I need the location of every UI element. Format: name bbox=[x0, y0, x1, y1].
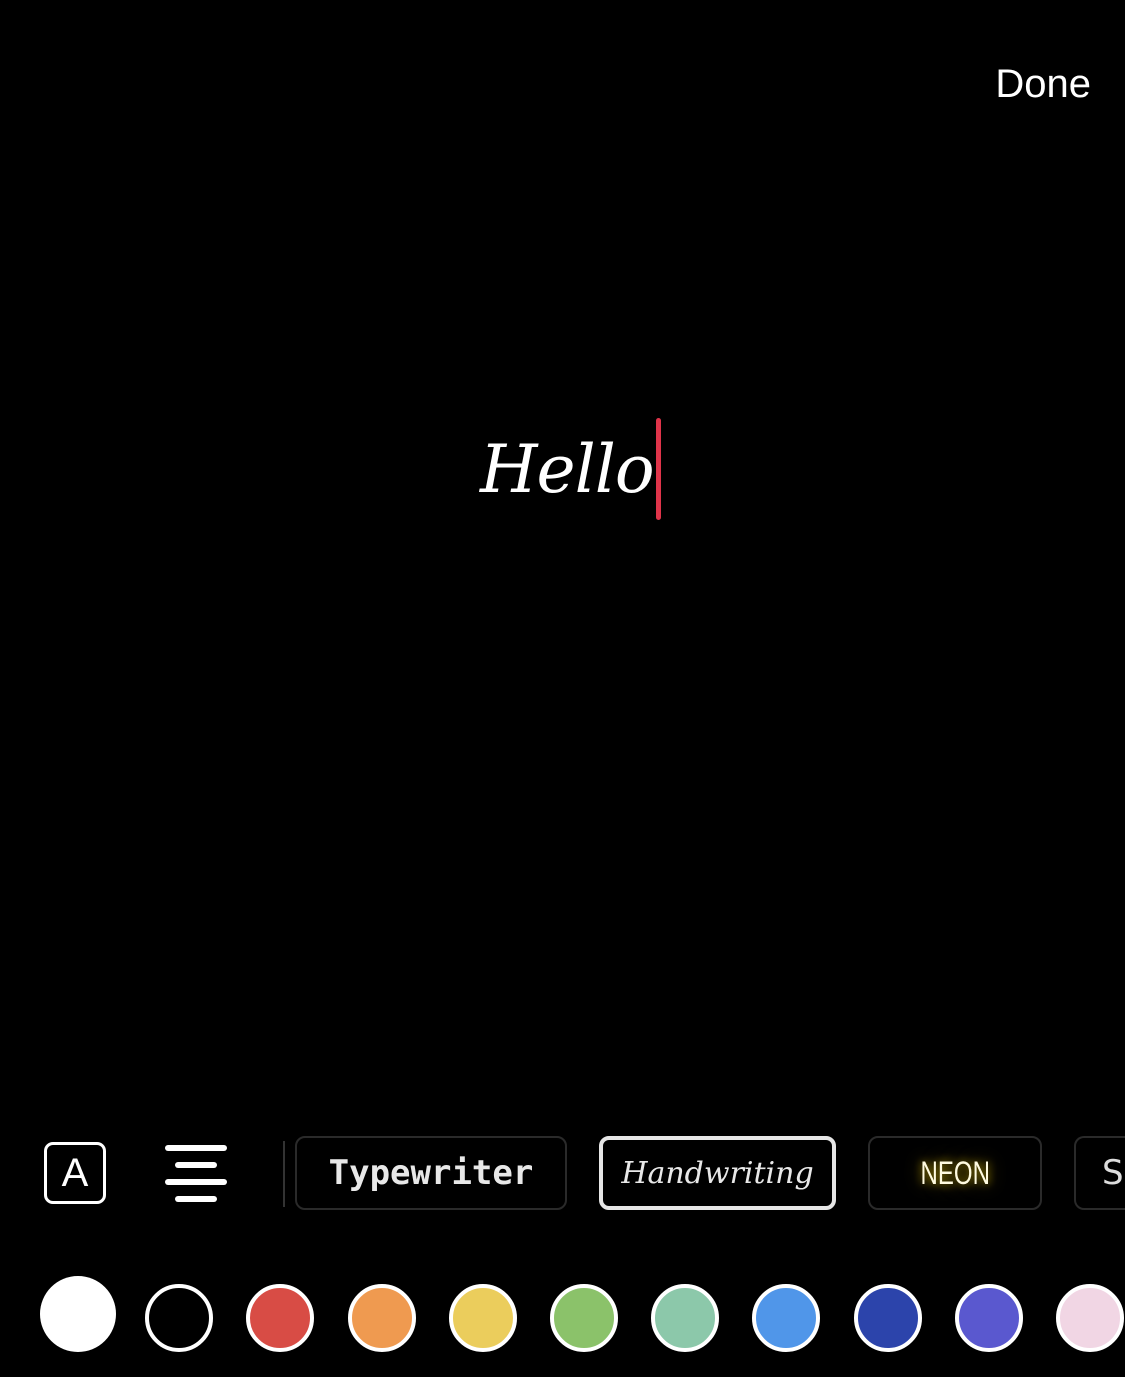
toolbar-divider bbox=[283, 1141, 285, 1207]
color-swatch-yellow[interactable] bbox=[448, 1284, 517, 1352]
color-palette bbox=[0, 1276, 1125, 1353]
color-swatch-dark-blue[interactable] bbox=[853, 1284, 922, 1352]
style-neon-button[interactable]: NEON bbox=[868, 1136, 1042, 1210]
color-swatch-pink[interactable] bbox=[1056, 1284, 1124, 1352]
letter-a-boxed-icon[interactable]: A bbox=[44, 1142, 106, 1204]
align-center-icon[interactable] bbox=[165, 1143, 227, 1203]
style-label: Handwriting bbox=[621, 1155, 814, 1191]
color-swatch-black[interactable] bbox=[145, 1284, 214, 1352]
color-swatch-red[interactable] bbox=[246, 1284, 315, 1352]
text-toolbar: A Typewriter Handwriting NEON S bbox=[0, 1135, 1125, 1213]
text-caret bbox=[655, 418, 661, 520]
style-label: Typewriter bbox=[328, 1153, 534, 1193]
color-swatch-white[interactable] bbox=[40, 1276, 116, 1352]
color-swatch-purple[interactable] bbox=[954, 1284, 1023, 1352]
color-swatch-green[interactable] bbox=[550, 1284, 618, 1352]
style-typewriter-button[interactable]: Typewriter bbox=[295, 1136, 567, 1210]
style-label: NEON bbox=[920, 1154, 990, 1191]
style-handwriting-button[interactable]: Handwriting bbox=[599, 1136, 836, 1210]
color-swatch-light-blue[interactable] bbox=[752, 1284, 821, 1352]
style-next-button[interactable]: S bbox=[1074, 1136, 1125, 1210]
text-editor[interactable]: Hello bbox=[480, 418, 661, 520]
done-button[interactable]: Done bbox=[995, 62, 1091, 107]
color-swatch-mint[interactable] bbox=[651, 1284, 720, 1352]
editor-text[interactable]: Hello bbox=[480, 431, 655, 508]
style-label: S bbox=[1102, 1153, 1124, 1193]
color-swatch-orange[interactable] bbox=[347, 1284, 416, 1352]
